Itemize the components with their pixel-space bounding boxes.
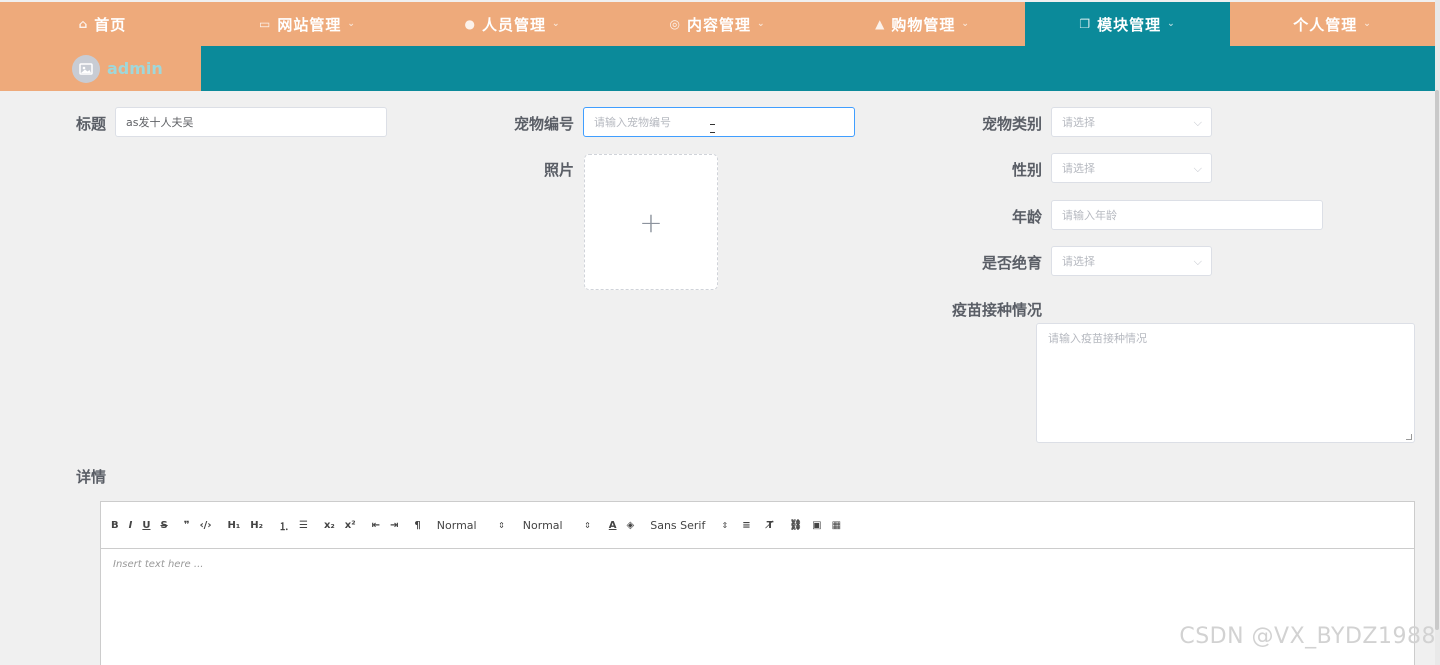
outdent-button[interactable]: ⇤ [372,520,380,531]
updown-icon: ⇕ [584,520,591,530]
resize-handle-icon[interactable] [1406,434,1412,440]
detail-label: 详情 [76,468,107,486]
nav-item-label: 首页 [94,15,127,34]
editor-placeholder: Insert text here ... [113,559,204,570]
underline-button[interactable]: U [142,520,150,531]
image-icon [79,62,93,75]
pet-no-input[interactable]: 请输入宠物编号 [583,107,855,137]
nav-item-label: 购物管理 [891,15,956,34]
nav-item-module[interactable]: ❐ 模块管理 ⌄ [1025,2,1230,46]
gender-placeholder: 请选择 [1062,162,1095,175]
username: admin [107,59,163,78]
nav-item-label: 网站管理 [277,15,342,34]
ordered-list-button[interactable]: ⒈ [279,518,289,533]
pet-type-select[interactable]: 请选择 ⌵ [1051,107,1212,137]
bold-button[interactable]: B [111,520,119,531]
italic-button[interactable]: I [129,520,133,531]
h2-button[interactable]: H₂ [250,520,263,531]
text-cursor-icon [710,122,715,134]
plus-icon: + [639,205,663,239]
updown-icon: ⇕ [498,520,505,530]
watermark: CSDN @VX_BYDZ1988 [1179,624,1436,649]
monitor-icon: ▭ [259,17,272,31]
indent-button[interactable]: ⇥ [390,520,398,531]
pet-type-label: 宠物类别 [982,115,1043,133]
nav-item-content[interactable]: ◎ 内容管理 ⌄ [615,2,820,46]
gender-label: 性别 [1012,161,1043,179]
module-icon: ❐ [1079,17,1092,31]
clean-format-button[interactable]: T̸ [767,520,774,531]
font-picker-value: Sans Serif [650,518,706,532]
nav-item-people[interactable]: ● 人员管理 ⌄ [410,2,615,46]
nav-item-shopping[interactable]: ▲ 购物管理 ⌄ [820,2,1025,46]
updown-icon: ⇕ [721,520,729,530]
chevron-down-icon: ⌄ [1363,19,1372,29]
text-color-button[interactable]: A [609,520,617,531]
nav-item-label: 人员管理 [481,15,546,34]
vaccine-textarea[interactable]: 请输入疫苗接种情况 [1036,323,1415,443]
photo-upload[interactable]: + [584,154,718,290]
code-block-button[interactable]: ‹/› [200,520,212,531]
font-picker[interactable]: Sans Serif ⇕ [650,519,728,532]
pet-no-placeholder: 请输入宠物编号 [594,116,671,129]
chevron-down-icon: ⌵ [1193,116,1202,129]
header-bar: admin [0,46,1435,91]
chevron-down-icon: ⌄ [347,19,356,29]
title-label: 标题 [76,115,107,133]
link-button[interactable]: ⛓ [789,520,802,531]
nav-item-label: 内容管理 [686,15,751,34]
chevron-down-icon: ⌵ [1193,255,1202,268]
superscript-button[interactable]: x² [345,520,356,531]
header-picker[interactable]: Normal ⇕ [523,519,591,532]
nav-item-label: 个人管理 [1293,15,1358,34]
nav-item-website[interactable]: ▭ 网站管理 ⌄ [205,2,410,46]
image-button[interactable]: ▣ [812,520,821,531]
nav-item-label: 模块管理 [1097,15,1162,34]
size-picker-value: Normal [436,518,477,532]
direction-button[interactable]: ¶ [414,520,420,531]
scrollbar-thumb[interactable] [1435,90,1439,630]
pet-type-placeholder: 请选择 [1062,116,1095,129]
align-button[interactable]: ≡ [742,520,750,531]
pet-no-label: 宠物编号 [514,115,575,133]
home-icon: ⌂ [78,17,89,31]
subscript-button[interactable]: x₂ [324,520,335,531]
user-icon: ● [464,17,476,31]
h1-button[interactable]: H₁ [227,520,240,531]
bullet-list-button[interactable]: ☰ [299,520,308,531]
blockquote-button[interactable]: ❞ [184,520,190,531]
age-input[interactable]: 请输入年龄 [1051,200,1323,230]
gender-select[interactable]: 请选择 ⌵ [1051,153,1212,183]
vaccine-placeholder: 请输入疫苗接种情况 [1048,332,1147,345]
title-input[interactable]: as发十人夫吴 [115,107,387,137]
chevron-down-icon: ⌄ [756,19,766,29]
size-picker[interactable]: Normal ⇕ [437,519,505,532]
nav-item-home[interactable]: ⌂ 首页 [0,2,205,46]
background-color-button[interactable]: ◈ [627,520,635,531]
chevron-down-icon: ⌄ [961,19,970,29]
lock-icon: ▲ [875,17,886,31]
chevron-down-icon: ⌵ [1193,162,1202,175]
content-icon: ◎ [669,17,681,31]
avatar[interactable] [72,54,100,83]
vaccine-label: 疫苗接种情况 [952,301,1043,319]
scrollbar-track[interactable] [1435,0,1440,665]
sterilized-select[interactable]: 请选择 ⌵ [1051,246,1212,276]
photo-label: 照片 [544,161,575,179]
nav-item-personal[interactable]: 个人管理 ⌄ [1230,2,1435,46]
sterilized-placeholder: 请选择 [1062,255,1095,268]
editor-toolbar: B I U S ❞ ‹/› H₁ H₂ ⒈ ☰ x₂ x² ⇤ ⇥ ¶ Norm… [101,502,1414,549]
video-button[interactable]: ▦ [832,520,841,531]
sterilized-label: 是否绝育 [982,254,1043,272]
editor-content[interactable]: Insert text here ... [101,549,1414,580]
age-label: 年龄 [1012,208,1043,226]
user-block[interactable]: admin [0,46,201,91]
chevron-down-icon: ⌄ [551,19,561,29]
chevron-down-icon: ⌄ [1167,19,1176,29]
strike-button[interactable]: S [160,520,167,531]
age-placeholder: 请输入年龄 [1062,209,1117,222]
top-nav: ⌂ 首页 ▭ 网站管理 ⌄ ● 人员管理 ⌄ ◎ 内容管理 ⌄ ▲ 购物管理 ⌄… [0,2,1435,46]
header-picker-value: Normal [522,518,563,532]
